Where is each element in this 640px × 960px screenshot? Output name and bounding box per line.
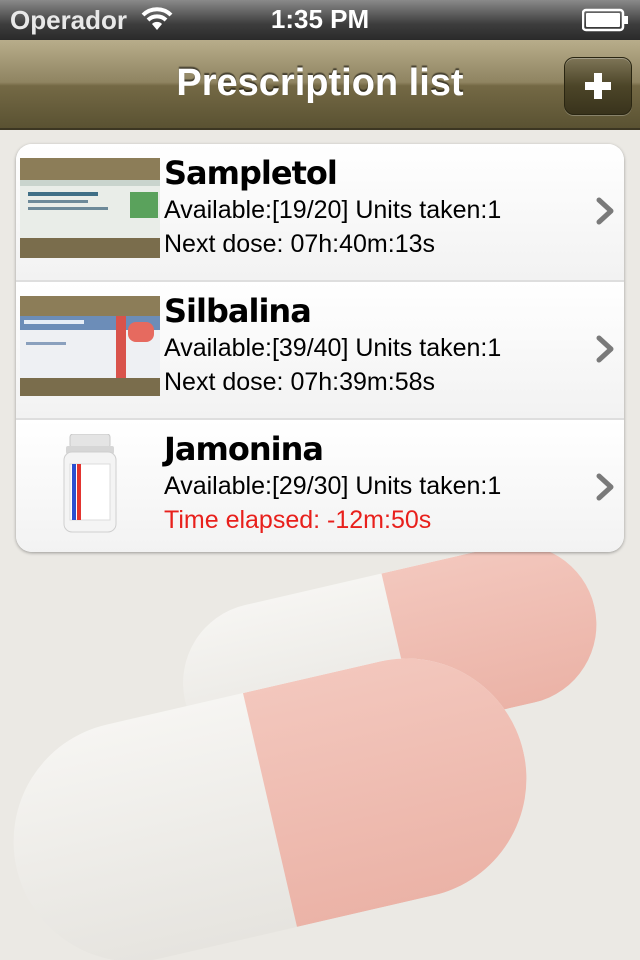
- availability-text: Available:[19/20] Units taken:1: [164, 196, 502, 224]
- medicine-box-photo: [20, 158, 160, 258]
- prescription-row[interactable]: Silbalina Available:[39/40] Units taken:…: [16, 282, 624, 420]
- clock: 1:35 PM: [270, 4, 370, 34]
- prescription-row[interactable]: Jamonina Available:[29/30] Units taken:1…: [16, 420, 624, 552]
- plus-icon: [585, 73, 611, 99]
- chevron-right-icon: [594, 334, 618, 369]
- prescription-name: Sampletol: [164, 154, 338, 192]
- navigation-bar: Prescription list: [0, 40, 640, 130]
- next-dose-text: Next dose: 07h:40m:13s: [164, 230, 435, 258]
- status-bar: Operador 1:35 PM: [0, 0, 640, 40]
- medicine-box-photo: [20, 296, 160, 396]
- page-title: Prescription list: [176, 62, 464, 104]
- prescription-row[interactable]: Sampletol Available:[19/20] Units taken:…: [16, 144, 624, 282]
- battery-icon: [581, 8, 630, 39]
- chevron-right-icon: [594, 196, 618, 231]
- add-prescription-button[interactable]: [564, 57, 632, 115]
- chevron-right-icon: [594, 472, 618, 507]
- next-dose-text: Next dose: 07h:39m:58s: [164, 368, 435, 396]
- availability-text: Available:[39/40] Units taken:1: [164, 334, 502, 362]
- pill-bottle-icon: [20, 433, 160, 534]
- availability-text: Available:[29/30] Units taken:1: [164, 472, 502, 500]
- time-elapsed-text: Time elapsed: -12m:50s: [164, 506, 432, 534]
- prescription-name: Jamonina: [164, 430, 324, 468]
- prescription-table: Sampletol Available:[19/20] Units taken:…: [16, 144, 624, 552]
- prescription-name: Silbalina: [164, 292, 312, 330]
